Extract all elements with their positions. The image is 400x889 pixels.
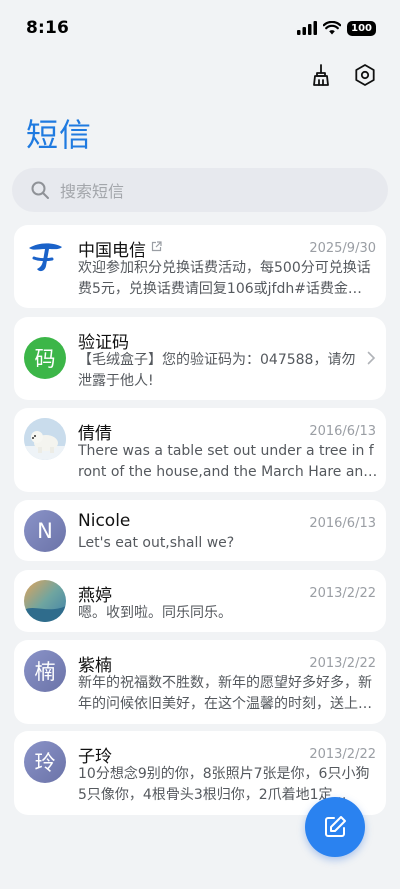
signal-icon (297, 21, 318, 35)
conversation-preview: 【毛绒盒子】您的验证码为：047588，请勿泄露于他人! (78, 352, 356, 389)
avatar: N (24, 510, 66, 552)
conversation-item[interactable]: 倩倩 2016/6/13 There was a table set out u… (14, 408, 386, 492)
conversation-item[interactable]: N Nicole 2016/6/13 Let's eat out,shall w… (14, 500, 386, 561)
conversation-item[interactable]: 楠 紫楠 2013/2/22 新年的祝福数不胜数，新年的愿望好多好多，新年的问候… (14, 640, 386, 724)
avatar: 楠 (24, 650, 66, 692)
broom-icon[interactable] (308, 62, 334, 88)
compose-icon (325, 816, 346, 837)
toolbar (308, 62, 378, 88)
conversation-item[interactable]: 燕婷 2013/2/22 嗯。收到啦。同乐同乐。 (14, 570, 386, 632)
search-icon (31, 181, 49, 199)
avatar (24, 418, 66, 460)
status-time: 8:16 (26, 18, 70, 38)
conversation-preview: There was a table set out under a tree i… (78, 443, 374, 480)
conversation-date: 2016/6/13 (309, 516, 376, 531)
china-telecom-logo-icon (24, 235, 66, 277)
conversation-preview: 新年的祝福数不胜数，新年的愿望好多好多，新年的问候依旧美好，在这个温馨的时刻，送… (78, 675, 372, 712)
conversation-preview: 嗯。收到啦。同乐同乐。 (78, 605, 232, 621)
conversation-date: 2016/6/13 (309, 424, 376, 439)
wifi-icon (323, 21, 342, 35)
compose-button[interactable] (305, 797, 365, 857)
status-icons: 100 (297, 20, 376, 36)
avatar: 玲 (24, 741, 66, 783)
conversation-name: Nicole (78, 511, 131, 531)
conversation-item[interactable]: 中国电信 2025/9/30 欢迎参加积分兑换话费活动，每500分可兑换话费5元… (14, 225, 386, 308)
conversation-date: 2025/9/30 (309, 241, 376, 256)
status-bar: 8:16 100 (0, 0, 400, 56)
search-placeholder: 搜索短信 (60, 182, 125, 201)
conversation-preview: Let's eat out,shall we? (78, 535, 235, 551)
page-title: 短信 (26, 116, 93, 154)
conversation-preview: 欢迎参加积分兑换话费活动，每500分可兑换话费5元，兑换话费请回复106或jfd… (78, 260, 371, 297)
external-link-icon (151, 241, 162, 252)
conversation-date: 2013/2/22 (309, 656, 376, 671)
conversation-date: 2013/2/22 (309, 747, 376, 762)
battery-indicator: 100 (347, 20, 376, 36)
conversation-date: 2013/2/22 (309, 586, 376, 601)
avatar (24, 580, 66, 622)
settings-icon[interactable] (352, 62, 378, 88)
avatar: 码 (24, 337, 66, 379)
search-input[interactable]: 搜索短信 (12, 168, 388, 212)
chevron-right-icon (367, 351, 376, 365)
conversation-item[interactable]: 码 验证码 【毛绒盒子】您的验证码为：047588，请勿泄露于他人! (14, 317, 386, 400)
